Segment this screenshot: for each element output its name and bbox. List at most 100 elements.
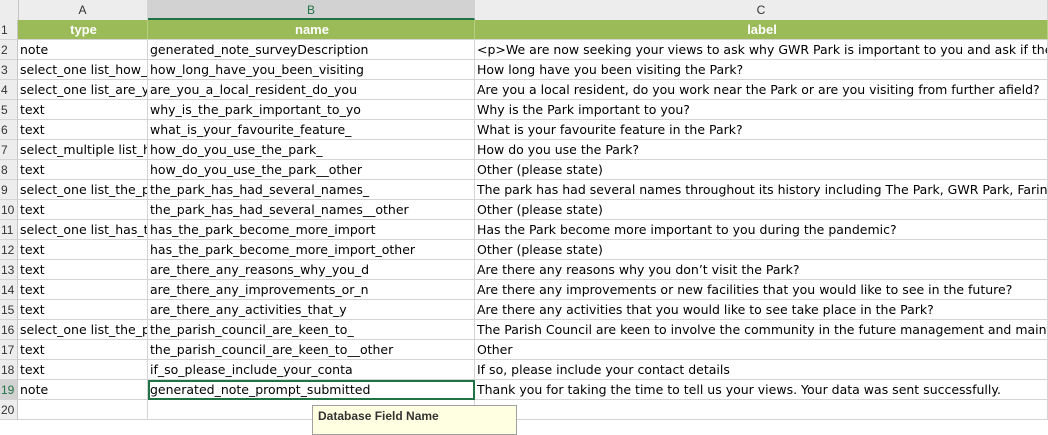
table-row: 8 text how_do_you_use_the_park__other Other…: [0, 160, 1048, 180]
cell-name[interactable]: has_the_park_become_more_import_other: [148, 240, 475, 260]
cell-label[interactable]: What is your favourite feature in the Pa…: [475, 120, 1048, 140]
table-row: 20: [0, 400, 1048, 420]
table-row: 5 text why_is_the_park_important_to_yo Why …: [0, 100, 1048, 120]
table-row: 16 select_one list_the_p the_parish_counci…: [0, 320, 1048, 340]
cell-name[interactable]: how_long_have_you_been_visiting: [148, 60, 475, 80]
cell-type[interactable]: select_one list_how_: [18, 60, 148, 80]
row-number[interactable]: 7: [0, 140, 18, 160]
cell-label[interactable]: How long have you been visiting the Park…: [475, 60, 1048, 80]
header-cell-label[interactable]: label: [475, 20, 1048, 40]
cell-name[interactable]: the_parish_council_are_keen_to_: [148, 320, 475, 340]
column-header-a[interactable]: A: [18, 0, 148, 20]
table-row: 4 select_one list_are_y are_you_a_local_re…: [0, 80, 1048, 100]
cell-type[interactable]: select_one list_the_p: [18, 320, 148, 340]
cell-label[interactable]: Thank you for taking the time to tell us…: [475, 380, 1048, 400]
cell-type[interactable]: text: [18, 200, 148, 220]
cell-label[interactable]: If so, please include your contact detai…: [475, 360, 1048, 380]
cell-name[interactable]: are_you_a_local_resident_do_you: [148, 80, 475, 100]
cell-name[interactable]: how_do_you_use_the_park_: [148, 140, 475, 160]
cell-label[interactable]: Why is the Park important to you?: [475, 100, 1048, 120]
row-number[interactable]: 10: [0, 200, 18, 220]
row-number[interactable]: 17: [0, 340, 18, 360]
row-number[interactable]: 20: [0, 400, 18, 420]
cell-label[interactable]: The Parish Council are keen to involve t…: [475, 320, 1048, 340]
table-row: 12 text has_the_park_become_more_import_ot…: [0, 240, 1048, 260]
cell-label[interactable]: Other: [475, 340, 1048, 360]
row-number[interactable]: 6: [0, 120, 18, 140]
row-number[interactable]: 13: [0, 260, 18, 280]
cell-type[interactable]: text: [18, 280, 148, 300]
cell-label[interactable]: The park has had several names throughou…: [475, 180, 1048, 200]
table-row: 17 text the_parish_council_are_keen_to__ot…: [0, 340, 1048, 360]
table-row: 13 text are_there_any_reasons_why_you_d Are…: [0, 260, 1048, 280]
cell-label[interactable]: Other (please state): [475, 160, 1048, 180]
cell-type[interactable]: text: [18, 340, 148, 360]
cell-type[interactable]: text: [18, 300, 148, 320]
row-number[interactable]: 16: [0, 320, 18, 340]
row-number[interactable]: 8: [0, 160, 18, 180]
cell-name[interactable]: generated_note_prompt_submitted: [148, 380, 475, 400]
table-header-row: 1 type name label: [0, 20, 1048, 40]
cell-label[interactable]: How do you use the Park?: [475, 140, 1048, 160]
row-number[interactable]: 12: [0, 240, 18, 260]
cell-label[interactable]: <p>We are now seeking your views to ask …: [475, 40, 1048, 60]
row-number[interactable]: 5: [0, 100, 18, 120]
cell-type[interactable]: note: [18, 380, 148, 400]
table-row: 14 text are_there_any_improvements_or_n Are…: [0, 280, 1048, 300]
cell-label[interactable]: Are you a local resident, do you work ne…: [475, 80, 1048, 100]
row-number[interactable]: 14: [0, 280, 18, 300]
cell-type[interactable]: text: [18, 360, 148, 380]
cell-name[interactable]: why_is_the_park_important_to_yo: [148, 100, 475, 120]
cell-name[interactable]: the_park_has_had_several_names__other: [148, 200, 475, 220]
cell-label[interactable]: Are there any activities that you would …: [475, 300, 1048, 320]
row-number[interactable]: 1: [0, 20, 18, 40]
cell-type[interactable]: select_one list_has_t: [18, 220, 148, 240]
cell-label[interactable]: Are there any improvements or new facili…: [475, 280, 1048, 300]
row-number[interactable]: 15: [0, 300, 18, 320]
table-row: 6 text what_is_your_favourite_feature_ What…: [0, 120, 1048, 140]
cell-name[interactable]: if_so_please_include_your_conta: [148, 360, 475, 380]
row-number[interactable]: 3: [0, 60, 18, 80]
cell-name[interactable]: has_the_park_become_more_import: [148, 220, 475, 240]
cell-name[interactable]: are_there_any_reasons_why_you_d: [148, 260, 475, 280]
cell-type[interactable]: text: [18, 240, 148, 260]
cell-name[interactable]: what_is_your_favourite_feature_: [148, 120, 475, 140]
cell-type[interactable]: text: [18, 100, 148, 120]
row-number[interactable]: 9: [0, 180, 18, 200]
row-number[interactable]: 19: [0, 380, 18, 400]
cell-name[interactable]: are_there_any_activities_that_y: [148, 300, 475, 320]
header-cell-type[interactable]: type: [18, 20, 148, 40]
cell-type[interactable]: select_multiple list_h: [18, 140, 148, 160]
column-header-c[interactable]: C: [475, 0, 1048, 20]
cell-name[interactable]: the_parish_council_are_keen_to__other: [148, 340, 475, 360]
row-number[interactable]: 11: [0, 220, 18, 240]
spreadsheet-grid: A B C 1 type name label 2 note generated_n…: [0, 0, 1048, 435]
cell-type[interactable]: select_one list_the_p: [18, 180, 148, 200]
cell-name[interactable]: the_park_has_had_several_names_: [148, 180, 475, 200]
cell-type[interactable]: text: [18, 120, 148, 140]
cell-name[interactable]: generated_note_surveyDescription: [148, 40, 475, 60]
table-row: 19 note generated_note_prompt_submitted Tha…: [0, 380, 1048, 400]
cell-type[interactable]: select_one list_are_y: [18, 80, 148, 100]
cell-type[interactable]: note: [18, 40, 148, 60]
column-header-b[interactable]: B: [148, 0, 475, 20]
cell-type[interactable]: [18, 400, 148, 420]
cell-label[interactable]: [475, 400, 1048, 420]
cell-label[interactable]: Other (please state): [475, 200, 1048, 220]
table-row: 9 select_one list_the_p the_park_has_had_s…: [0, 180, 1048, 200]
cell-label[interactable]: Are there any reasons why you don’t visi…: [475, 260, 1048, 280]
table-row: 7 select_multiple list_h how_do_you_use_th…: [0, 140, 1048, 160]
cell-name[interactable]: are_there_any_improvements_or_n: [148, 280, 475, 300]
cell-label[interactable]: Other (please state): [475, 240, 1048, 260]
table-row: 15 text are_there_any_activities_that_y Are…: [0, 300, 1048, 320]
row-number[interactable]: 4: [0, 80, 18, 100]
cell-name[interactable]: how_do_you_use_the_park__other: [148, 160, 475, 180]
cell-type[interactable]: text: [18, 160, 148, 180]
row-number[interactable]: 2: [0, 40, 18, 60]
header-cell-name[interactable]: name: [148, 20, 475, 40]
cell-label[interactable]: Has the Park become more important to yo…: [475, 220, 1048, 240]
row-number[interactable]: 18: [0, 360, 18, 380]
select-all-corner[interactable]: [0, 0, 19, 20]
cell-type[interactable]: text: [18, 260, 148, 280]
table-row: 3 select_one list_how_ how_long_have_you_b…: [0, 60, 1048, 80]
